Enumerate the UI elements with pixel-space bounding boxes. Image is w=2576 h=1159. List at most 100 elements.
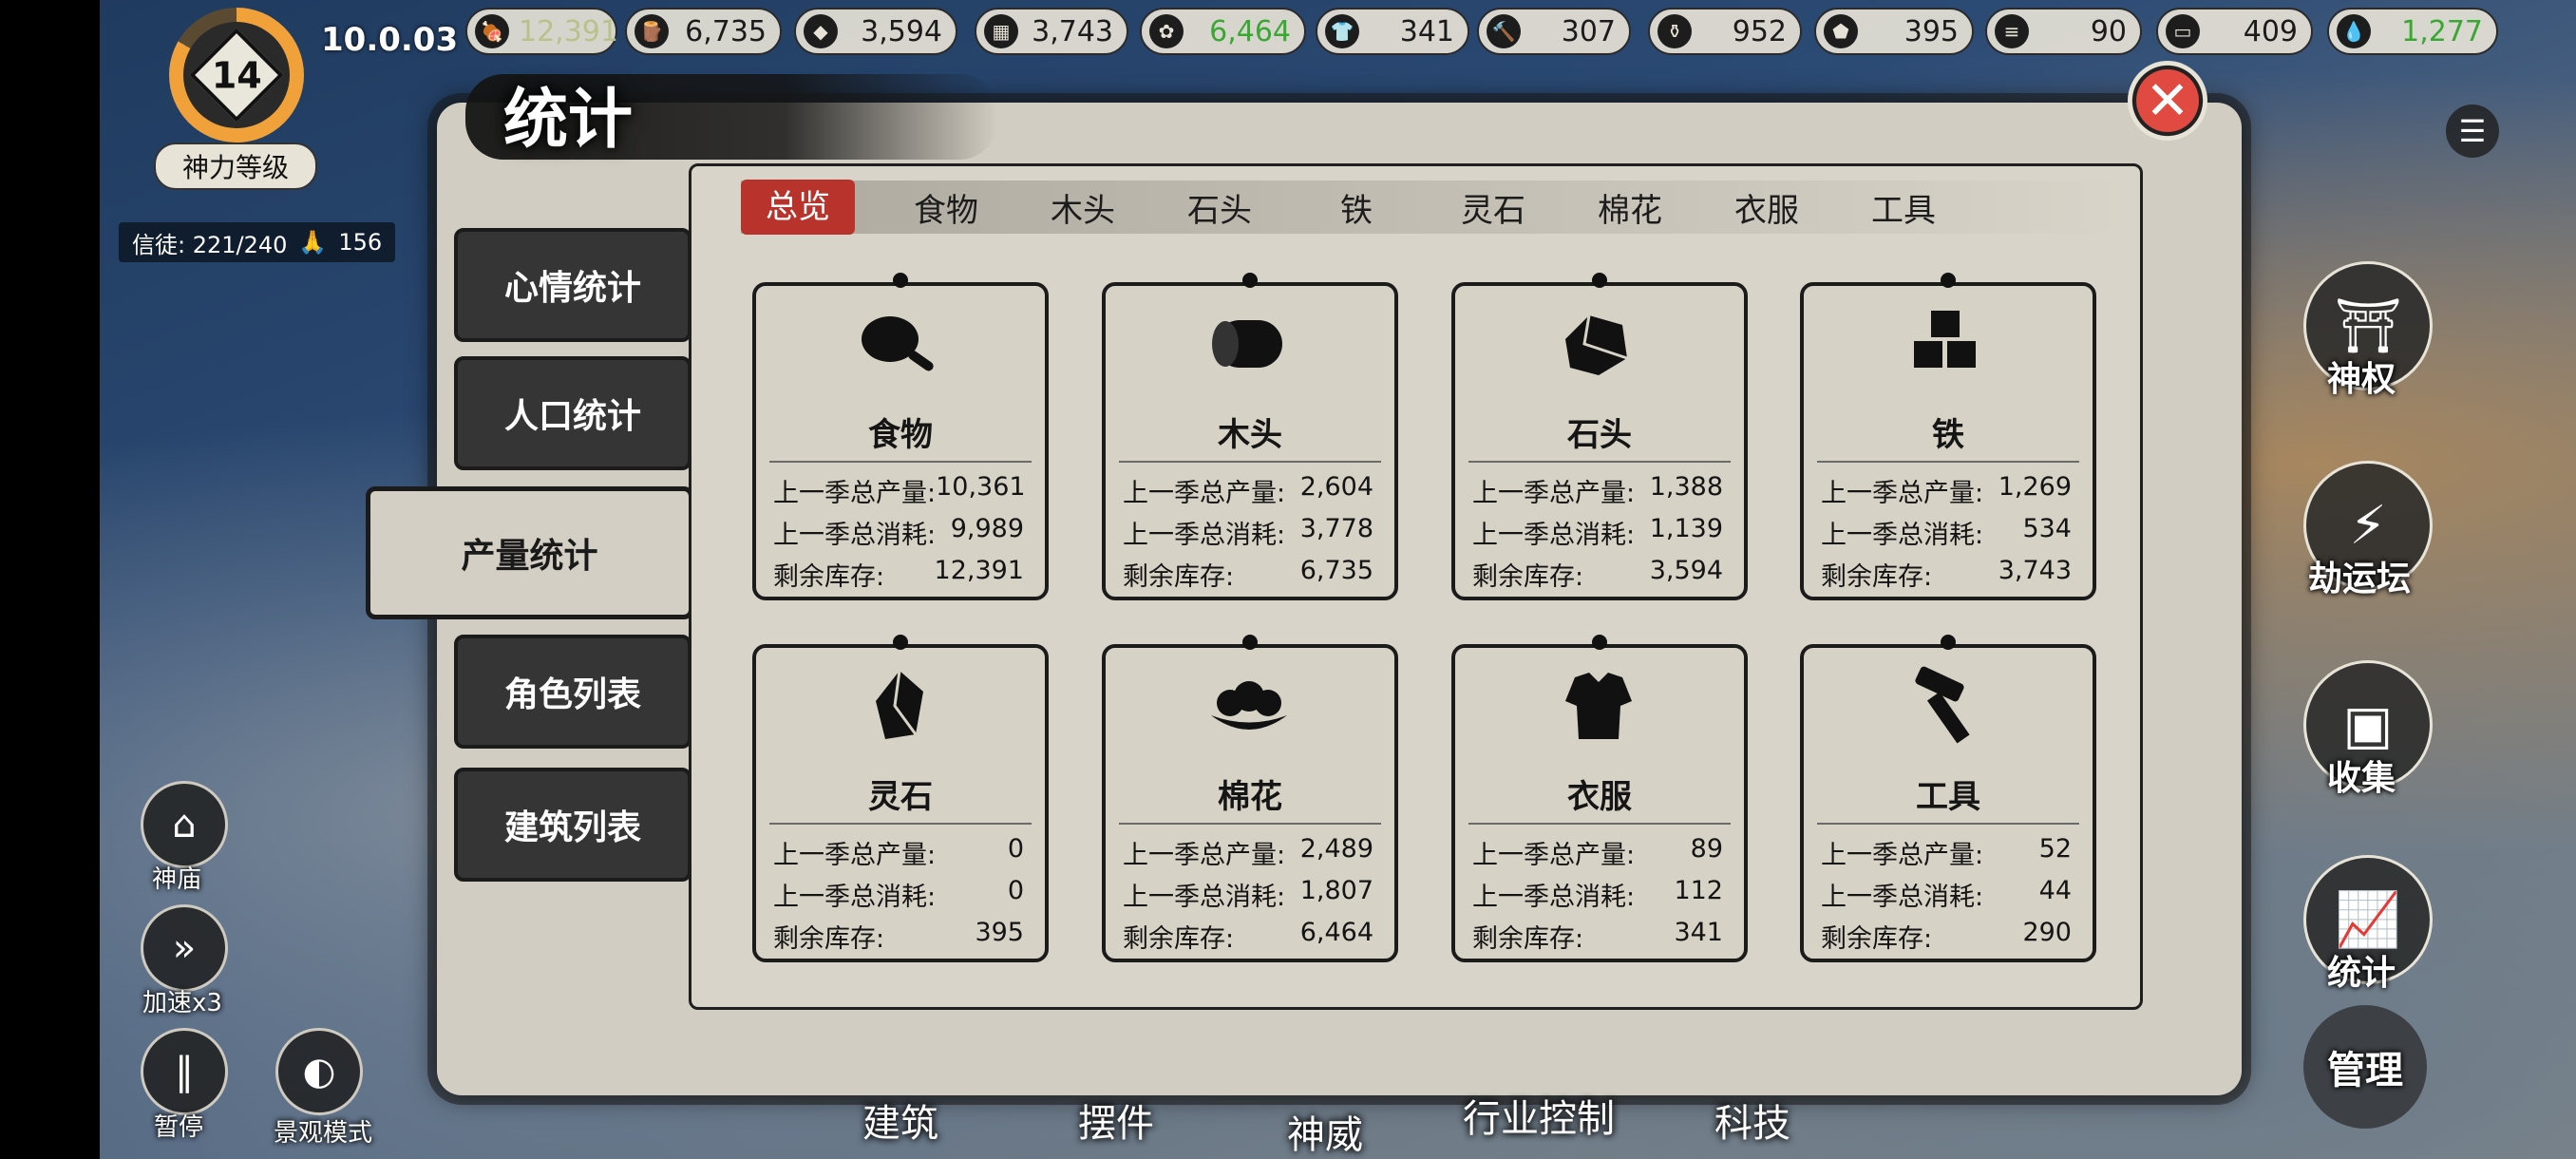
resource-value: 409 [2243,14,2298,48]
stat-value: 12,391 [934,556,1024,585]
stat-value: 534 [2022,514,2072,543]
stat-value: 0 [1007,834,1024,864]
level-badge[interactable]: 14 [169,8,304,142]
stone-icon [1546,301,1651,387]
resource-cotton[interactable]: ✿ 6,464 [1140,8,1306,55]
resource-value: 12,391 [519,14,618,48]
card-title: 石头 [1567,416,1632,454]
stat-consumed: 上一季总消耗: 534 [1821,514,2072,551]
incense-icon: ≡ [1995,14,2029,48]
stat-label: 上一季总消耗: [773,883,937,912]
card-divider [1817,823,2079,825]
stat-label: 剩余库存: [1472,924,1584,954]
right-menu-label: 劫运坛 [2308,559,2412,598]
stat-produced: 上一季总产量: 2,489 [1123,834,1373,871]
stat-value: 112 [1674,876,1723,905]
tab-8[interactable]: 衣服 [1698,184,1835,231]
version-label: 10.0.03 [321,21,459,59]
left-control-label: 暂停 [154,1113,204,1142]
stat-stock: 剩余库存: 341 [1472,918,1723,955]
manage-button[interactable]: 管理 [2303,1005,2427,1129]
card-divider [1468,461,1731,463]
bottom-nav-item-1[interactable]: 建筑 [862,1092,938,1148]
stat-label: 上一季总消耗: [1472,883,1636,912]
tab-4[interactable]: 石头 [1151,184,1288,231]
left-control-label: 神庙 [152,865,202,894]
resource-pot[interactable]: ⚱ 952 [1648,8,1802,55]
resource-value: 6,464 [1209,14,1291,48]
resource-ore[interactable]: ⬟ 395 [1814,8,1974,55]
card-pin [1941,273,1956,288]
card-pin [1592,273,1607,288]
stat-consumed: 上一季总消耗: 112 [1472,876,1723,913]
resource-chest[interactable]: ▭ 409 [2156,8,2313,55]
stat-stock: 剩余库存: 12,391 [773,556,1024,593]
side-tab-3[interactable]: 产量统计 [366,486,693,619]
close-button[interactable]: ✕ [2128,61,2207,141]
stat-consumed: 上一季总消耗: 3,778 [1123,514,1373,551]
card-divider [769,823,1032,825]
stat-consumed: 上一季总消耗: 1,807 [1123,876,1373,913]
stat-label: 上一季总消耗: [1821,521,1984,550]
card-pin [893,635,908,650]
side-tab-4[interactable]: 角色列表 [454,635,691,749]
bottom-nav-item-5[interactable]: 科技 [1714,1092,1790,1148]
resource-stone[interactable]: ◆ 3,594 [794,8,957,55]
side-tab-5[interactable]: 建筑列表 [454,768,691,882]
tab-7[interactable]: 棉花 [1562,184,1698,231]
stat-value: 52 [2038,834,2072,864]
resource-drop[interactable]: 💧 1,277 [2327,8,2498,55]
stat-label: 上一季总消耗: [1472,521,1636,550]
resource-iron-cubes[interactable]: ▦ 3,743 [975,8,1128,55]
side-tab-2[interactable]: 人口统计 [454,356,691,470]
resource-incense[interactable]: ≡ 90 [1985,8,2142,55]
resource-meat[interactable]: 🍖 12,391 [465,8,618,55]
stat-label: 上一季总产量: [1821,479,1984,508]
left-control-label: 景观模式 [274,1119,373,1148]
left-control-2[interactable]: » [141,904,228,992]
left-control-1[interactable]: ⌂ [141,781,228,868]
tab-2[interactable]: 食物 [878,184,1014,231]
stone-icon: ◆ [804,14,838,48]
resource-value: 90 [2090,14,2127,48]
resource-clothes[interactable]: 👕 341 [1316,8,1469,55]
card-divider [1468,823,1731,825]
thunder-altar-icon: ⚡ [2349,494,2387,557]
stat-label: 上一季总消耗: [773,521,937,550]
bottom-nav-item-3[interactable]: 神威 [1287,1104,1363,1159]
card-title: 工具 [1916,778,1980,816]
card-title: 木头 [1218,416,1282,454]
resource-tabs: 总览 食物 木头 石头铁灵石 棉花 衣服 工具 [741,179,1972,236]
stat-produced: 上一季总产量: 52 [1821,834,2072,871]
stat-label: 上一季总产量: [1472,841,1636,870]
bottom-nav-item-4[interactable]: 行业控制 [1463,1088,1615,1143]
tab-5[interactable]: 铁 [1288,184,1425,231]
resource-value: 3,743 [1032,14,1113,48]
tab-1[interactable]: 总览 [741,180,855,235]
stat-produced: 上一季总产量: 2,604 [1123,472,1373,509]
iron-cubes-icon [1895,301,1999,387]
tab-6[interactable]: 灵石 [1425,184,1562,231]
collection-icon: ▣ [2342,694,2394,756]
resource-wood-log[interactable]: 🪵 6,735 [625,8,782,55]
resource-value: 1,277 [2401,14,2483,48]
resource-value: 307 [1561,14,1616,48]
resource-hammer[interactable]: 🔨 307 [1477,8,1631,55]
right-menu-label: 神权 [2327,359,2396,399]
tab-9[interactable]: 工具 [1835,184,1972,231]
stat-label: 剩余库存: [1123,562,1235,592]
stat-value: 1,388 [1649,472,1723,502]
tab-3[interactable]: 木头 [1014,184,1151,231]
stat-label: 上一季总产量: [1123,841,1286,870]
stat-value: 44 [2038,876,2072,905]
stat-stock: 剩余库存: 6,735 [1123,556,1373,593]
left-control-3[interactable]: ‖ [141,1028,228,1115]
card-pin [1592,635,1607,650]
left-control-4[interactable]: ◐ [275,1028,363,1115]
menu-icon[interactable]: ☰ [2446,104,2499,158]
bottom-nav-item-2[interactable]: 摆件 [1078,1092,1154,1148]
drop-icon: 💧 [2337,14,2371,48]
stat-label: 剩余库存: [1472,562,1584,592]
side-tab-1[interactable]: 心情统计 [454,228,691,342]
stat-stock: 剩余库存: 6,464 [1123,918,1373,955]
